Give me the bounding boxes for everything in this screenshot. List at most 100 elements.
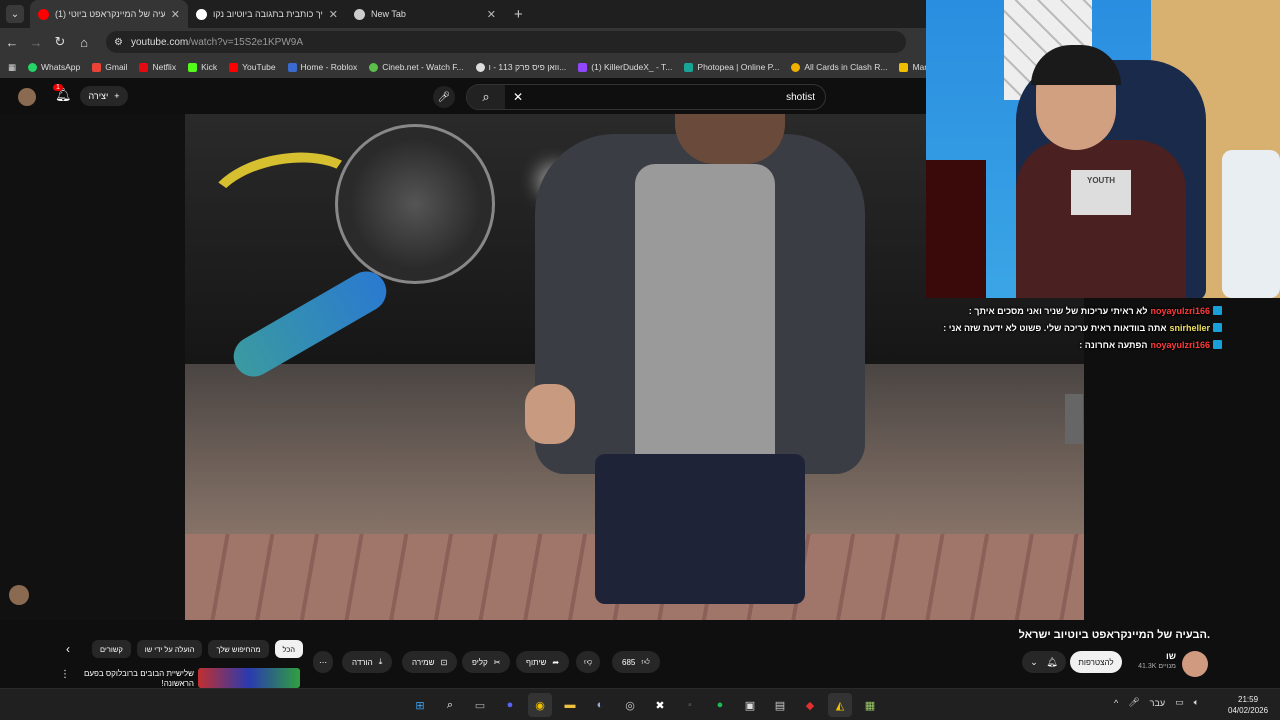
close-tab-icon[interactable]: ✕ [329,8,338,21]
home-icon[interactable]: ⌂ [72,35,96,50]
chip-all[interactable]: הכל [274,640,304,658]
create-button[interactable]: יצירה + [80,86,128,106]
chip-uploaded-by[interactable]: הועלה על ידי שו [136,640,203,658]
person-in-video [525,114,875,620]
share-icon: ➦ [552,657,560,667]
webcam-overlay: YOUTH [926,0,1280,298]
kick-badge-icon [1213,323,1222,332]
bookmark-roblox[interactable]: Home - Roblox [287,62,357,72]
epic-games-icon[interactable]: ▣ [738,693,762,717]
terminal-icon[interactable]: ▤ [768,693,792,717]
recommendation-menu-icon[interactable]: ⋮ [60,669,70,680]
air-conditioner [1222,150,1280,298]
chat-message: snirheller אתה בוודאות ראית עריכה שלי. פ… [922,319,1222,336]
back-icon[interactable]: ← [0,35,24,50]
obs-icon[interactable]: ◎ [618,693,642,717]
blank-app-icon[interactable]: ▪ [678,693,702,717]
clock[interactable]: 21:59 04/02/2026 [1228,694,1268,716]
bookmark-whatsapp[interactable]: WhatsApp [28,62,80,72]
bookmark-marvel[interactable]: Marvel [899,62,926,72]
chips-scroll-left-icon[interactable]: ‹ [66,642,70,656]
bookmark-photopea[interactable]: Photopea | Online P... [684,62,779,72]
reload-icon[interactable]: ↻ [48,34,72,50]
volume-icon[interactable]: 🔈︎ [1194,697,1199,708]
system-tray: ^ 🎤︎ עבר ▭ 🔈︎ [1114,697,1199,708]
bookmark-one-piece[interactable]: וואן פיס פרק 113 - ו... [475,62,566,72]
download-button[interactable]: הורדה ⤓ [342,651,393,673]
search-input[interactable]: shotist [786,92,815,103]
tab-new-tab[interactable]: New Tab ✕ [346,0,504,28]
minecraft-icon[interactable]: ▦ [858,693,882,717]
save-button[interactable]: שמירה ⊡ [402,651,458,673]
more-actions-button[interactable]: ⋯ [313,651,333,673]
streamer: YOUTH [1016,30,1196,298]
microphone-icon[interactable]: 🎤︎ [1128,697,1139,708]
clip-label: קליפ [472,657,488,667]
tab-google-search[interactable]: איך כותבית בתגובה ביוטיוב נקו ✕ [188,0,346,28]
recommendation-title[interactable]: שלישיית הבובים ברובלוקס בפעם הראשונה! [82,669,194,689]
tab-youtube-video[interactable]: (1) הבעיה של המיינקראפט ביוטי ✕ [30,0,188,28]
site-info-icon[interactable]: ⚙ [114,37,123,48]
chat-username: noyayulzri166 [1150,339,1210,350]
file-explorer-icon[interactable]: ▬ [558,693,582,717]
bookmark-clash-royale[interactable]: All Cards in Clash R... [791,62,887,72]
mini-avatar[interactable] [9,585,29,605]
chip-from-search[interactable]: מהחיפוש שלך [208,640,269,658]
task-view-icon[interactable]: ▭ [468,693,492,717]
new-tab-button[interactable]: + [514,6,523,23]
search-icon[interactable]: ⌕ [438,693,462,717]
chat-message: noyayulzri166 לא ראיתי עריכות של שניר וא… [922,302,1222,319]
voice-search-icon[interactable]: 🎤︎ [433,86,455,108]
clock-time: 21:59 [1238,695,1259,704]
dislike-button[interactable]: 👎︎ [576,651,601,673]
like-button[interactable]: 685 👍︎ [612,651,660,673]
start-icon[interactable]: ⊞ [408,693,432,717]
subscribe-button[interactable]: להצטרפות [1070,651,1122,673]
bookmark-youtube[interactable]: YouTube [229,62,276,72]
like-count: 685 [622,657,636,667]
tab-search-icon[interactable]: ⌄ [6,5,24,23]
bookmark-kick[interactable]: Kick [188,62,217,72]
network-icon[interactable]: ▭ [1175,697,1184,708]
chat-text: לא ראיתי עריכות של שניר ואני מסכים איתך … [968,305,1148,316]
clip-button[interactable]: קליפ ✂ [462,651,511,673]
clear-search-icon[interactable]: ✕ [513,90,523,104]
youtube-favicon-icon [38,8,49,20]
recommendation-thumbnail[interactable] [198,668,300,688]
close-tab-icon[interactable]: ✕ [171,8,180,21]
forward-icon[interactable]: → [24,35,48,50]
bookmark-twitch[interactable]: (1) KillerDudeX_ - T... [578,62,672,72]
bookmark-netflix[interactable]: Netflix [139,62,176,72]
chat-text: אתה בוודאות ראית עריכה שלי. פשוט לא ידעת… [943,322,1167,333]
subscriber-count: 41.3K מנויים [1138,663,1176,670]
thumbs-down-icon: 👎︎ [584,657,593,666]
bookmark-cineb[interactable]: Cineb.net - Watch F... [369,62,464,72]
chrome-icon[interactable]: ◉ [528,693,552,717]
apps-grid-icon[interactable]: ▦ [8,62,16,73]
channel-name[interactable]: שו [1166,651,1176,661]
tab-title: איך כותבית בתגובה ביוטיוב נקו [213,9,323,19]
notification-settings-button[interactable]: ⌄ 🔔︎ [1022,651,1066,673]
url-input[interactable]: ⚙ youtube.com/watch?v=15S2e1KPW9A [106,31,906,53]
chat-text: הפתעה אחרונה : [1079,339,1148,350]
search-icon[interactable]: ⌕ [467,85,505,109]
discord-icon[interactable]: ● [498,693,522,717]
channel-avatar[interactable] [1182,651,1208,677]
capcut-icon[interactable]: ✖ [648,693,672,717]
tray-expand-icon[interactable]: ^ [1114,698,1118,708]
video-title: הבעיה של המיינקראפט ביוטיוב ישראל. [1018,629,1210,641]
steam-icon[interactable]: ◐ [588,693,612,717]
roblox-icon[interactable]: ◆ [798,693,822,717]
language-indicator[interactable]: עבר [1150,698,1165,708]
bell-icon: 🔔︎ [1046,656,1058,667]
climbing-sphere [335,124,495,284]
kick-badge-icon [1213,306,1222,315]
video-editor-icon[interactable]: ◭ [828,693,852,717]
close-tab-icon[interactable]: ✕ [487,8,496,21]
share-button[interactable]: שיתוף ➦ [516,651,570,673]
spotify-icon[interactable]: ● [708,693,732,717]
bookmark-gmail[interactable]: Gmail [92,62,127,72]
account-avatar[interactable] [18,88,36,106]
search-box[interactable]: ⌕ ✕ shotist [466,84,826,110]
chip-related[interactable]: קשורים [92,640,131,658]
